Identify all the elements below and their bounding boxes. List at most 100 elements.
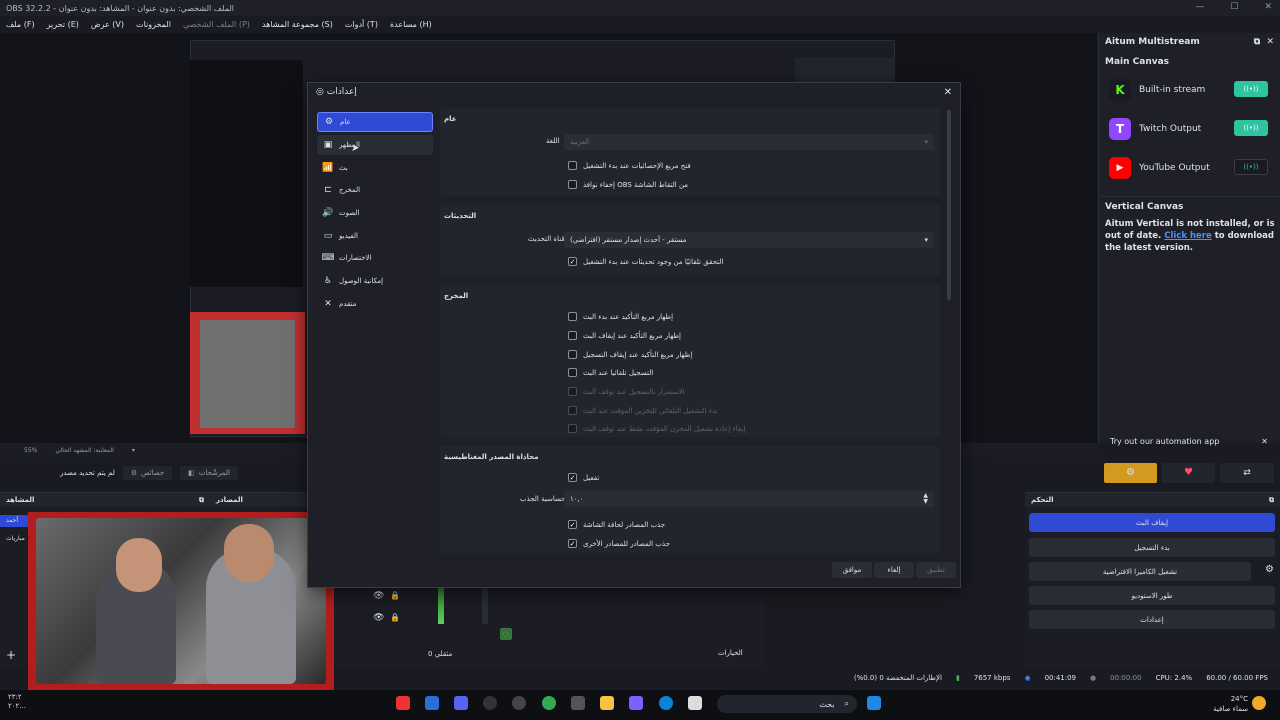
menu-scene-collection[interactable]: مجموعة المشاهد (S) [262,20,333,29]
nav-accessibility[interactable]: ♿ إمكانية الوصول [317,271,433,291]
taskbar-search[interactable]: بحث ⌕ [717,695,857,713]
properties-button[interactable]: ⚙ خصائص [122,466,173,480]
auto-record-checkbox[interactable]: التسجيل تلقائيا عند البث [568,368,653,377]
close-icon[interactable]: ✕ [1266,37,1274,47]
keep-replay-buffer-checkbox[interactable]: إبقاء إعادة تشغيل المخزن المؤقت نشط عند … [568,424,745,433]
menu-docks[interactable]: المخزونات [136,20,171,29]
automation-text[interactable]: Try out our automation app [1110,437,1219,446]
menu-edit[interactable]: تحرير (E) [47,20,79,29]
discord-icon[interactable] [454,696,468,710]
maximize-icon[interactable]: ☐ [1230,2,1238,12]
start-virtualcam-button[interactable]: تشغيل الكاميرا الافتراضية [1029,562,1251,581]
nav-output[interactable]: ⊏ المخرج [317,180,433,200]
gear-icon: ⚙ [130,469,138,477]
lock-icon[interactable]: 🔒 [390,613,400,622]
chevron-down-icon: ▾ [924,236,928,244]
dock-float-icon[interactable]: ⧉ [1269,496,1274,505]
steam-icon[interactable] [425,696,439,710]
apply-button[interactable]: تطبيق [916,562,956,578]
studio-mode-button[interactable]: طور الاستوديو [1029,586,1275,605]
obs-active-icon[interactable] [512,696,526,710]
eye-icon[interactable]: 👁 [373,591,384,601]
hide-obs-checkbox[interactable]: إخفاء نوافذ OBS من التقاط الشاشة [568,180,688,189]
mixer-options-button[interactable]: الخيارات [718,649,743,657]
snap-sensitivity-spinbox[interactable]: ١٠,٠ ▲ ▼ [564,491,934,507]
snapping-enable-checkbox[interactable]: ✓ تفعيل [568,473,599,482]
filters-button[interactable]: ◧ المرشّحات [180,466,238,480]
nav-advanced[interactable]: ✕ متقدم [317,294,433,314]
close-icon[interactable]: ✕ [944,87,952,98]
dropped-frames: الإطارات المنخفضة 0 (0.0%) [853,674,942,682]
nav-stream[interactable]: 📶 بث [317,158,433,178]
chrome-icon[interactable] [542,696,556,710]
eye-icon[interactable]: 👁 [373,613,384,623]
brave-icon[interactable] [396,696,410,710]
wrench-icon: ✕ [324,299,332,309]
controls-title: التحكم [1031,496,1054,504]
menu-view[interactable]: عرض (V) [91,20,124,29]
snap-edges-checkbox[interactable]: ✓ جذب المصادر لحافة الشاشة [568,520,665,529]
cancel-button[interactable]: إلغاء [874,562,914,578]
language-select[interactable]: العربية ▾ [564,134,934,150]
dock-float-icon[interactable]: ⧉ [1254,37,1260,47]
nav-appearance[interactable]: ▣ المظهر [317,135,433,155]
notepad-icon[interactable] [688,696,702,710]
settings-button[interactable]: إعدادات [1029,610,1275,629]
gear-icon[interactable]: ⚙ [1265,564,1274,575]
weather-widget[interactable]: 24°C سماء صافية [1204,694,1248,714]
record-time: 00:00:00 [1110,674,1142,682]
snap-sources-checkbox[interactable]: ✓ جذب المصادر للمصادر الأخرى [568,539,670,548]
menu-tools[interactable]: أدوات (T) [345,20,378,29]
share-icon[interactable]: ⇄ [1220,463,1274,483]
replay-buffer-auto-checkbox[interactable]: بدء التشغيل التلقائي للتخزين المؤقت عند … [568,406,718,415]
download-link[interactable]: Click here [1164,231,1212,241]
auto-update-checkbox[interactable]: ✓ التحقق تلقائيًا من وجود تحديثات عند بدء… [568,257,723,266]
lock-icon[interactable]: 🔒 [390,591,400,600]
minimize-icon[interactable]: — [1195,2,1204,12]
menu-help[interactable]: مساعدة (H) [390,20,432,29]
gear-icon[interactable]: ⚙ [1104,463,1157,483]
source-toolbar: لم يتم تحديد مصدر ⚙ خصائص ◧ المرشّحات [0,461,310,485]
nav-video[interactable]: ▭ الفيديو [317,226,433,246]
menu-profile[interactable]: الملف الشخصي (P) [183,20,250,29]
output-toggle-twitch[interactable]: ((•)) [1234,120,1268,136]
close-icon[interactable]: ✕ [1264,2,1272,12]
obs-icon[interactable] [483,696,497,710]
chevron-down-icon[interactable]: ▾ [132,447,135,454]
main-canvas-heading: Main Canvas [1105,57,1170,67]
confirm-start-stream-checkbox[interactable]: إظهار مربع التأكيد عند بدء البث [568,312,673,321]
output-toggle-builtin[interactable]: ((•)) [1234,81,1268,97]
edge-icon[interactable] [659,696,673,710]
nav-general[interactable]: ⚙ عام [317,112,433,132]
kick-icon: K [1109,79,1131,101]
copilot-icon[interactable] [629,696,643,710]
zoom-level[interactable]: 55% [24,447,37,454]
update-channel-select[interactable]: مستقر - أحدث إصدار مستقر (افتراضي) ▾ [564,232,934,248]
folder-icon[interactable] [600,696,614,710]
keep-recording-checkbox[interactable]: الاستمرار بالتسجيل عند توقف البث [568,387,685,396]
start-recording-button[interactable]: بدء التسجيل [1029,538,1275,557]
heart-icon[interactable]: ♥ [1162,463,1215,483]
nav-hotkeys[interactable]: ⌨ الاختصارات [317,248,433,268]
app-icon[interactable] [571,696,585,710]
mute-status: مثقلي 0 [428,650,453,658]
settings-scrollbar[interactable] [947,110,951,300]
automation-banner: Try out our automation app ✕ [1104,431,1274,451]
add-scene-icon[interactable]: + [6,648,16,662]
nav-audio[interactable]: 🔊 الصوت [317,203,433,223]
output-toggle-youtube[interactable]: ((•)) [1234,159,1268,175]
open-stats-checkbox[interactable]: فتح مربع الإحصائيات عند بدء التشغيل [568,161,691,170]
close-icon[interactable]: ✕ [1261,437,1268,446]
stop-streaming-button[interactable]: إيقاف البث [1029,513,1275,532]
settings-nav: ⚙ عام ▣ المظهر 📶 بث ⊏ المخرج 🔊 الصوت ▭ الفيديو… [317,112,433,312]
taskbar-clock[interactable]: ٢٣:٢ ٢٠٢... [8,693,26,711]
dock-float-icon[interactable]: ⧉ [199,496,204,505]
confirm-stop-stream-checkbox[interactable]: إظهار مربع التأكيد عند إيقاف البث [568,331,681,340]
ok-button[interactable]: موافق [832,562,872,578]
vertical-warning: Aitum Vertical is not installed, or is o… [1105,219,1275,253]
volume-meter [438,588,444,624]
menu-file[interactable]: ملف (F) [6,20,35,29]
windows-start-icon[interactable] [867,696,881,710]
headphones-icon[interactable]: 🎧 [500,628,512,640]
confirm-stop-record-checkbox[interactable]: إظهار مربع التأكيد عند إيقاف التسجيل [568,350,692,359]
